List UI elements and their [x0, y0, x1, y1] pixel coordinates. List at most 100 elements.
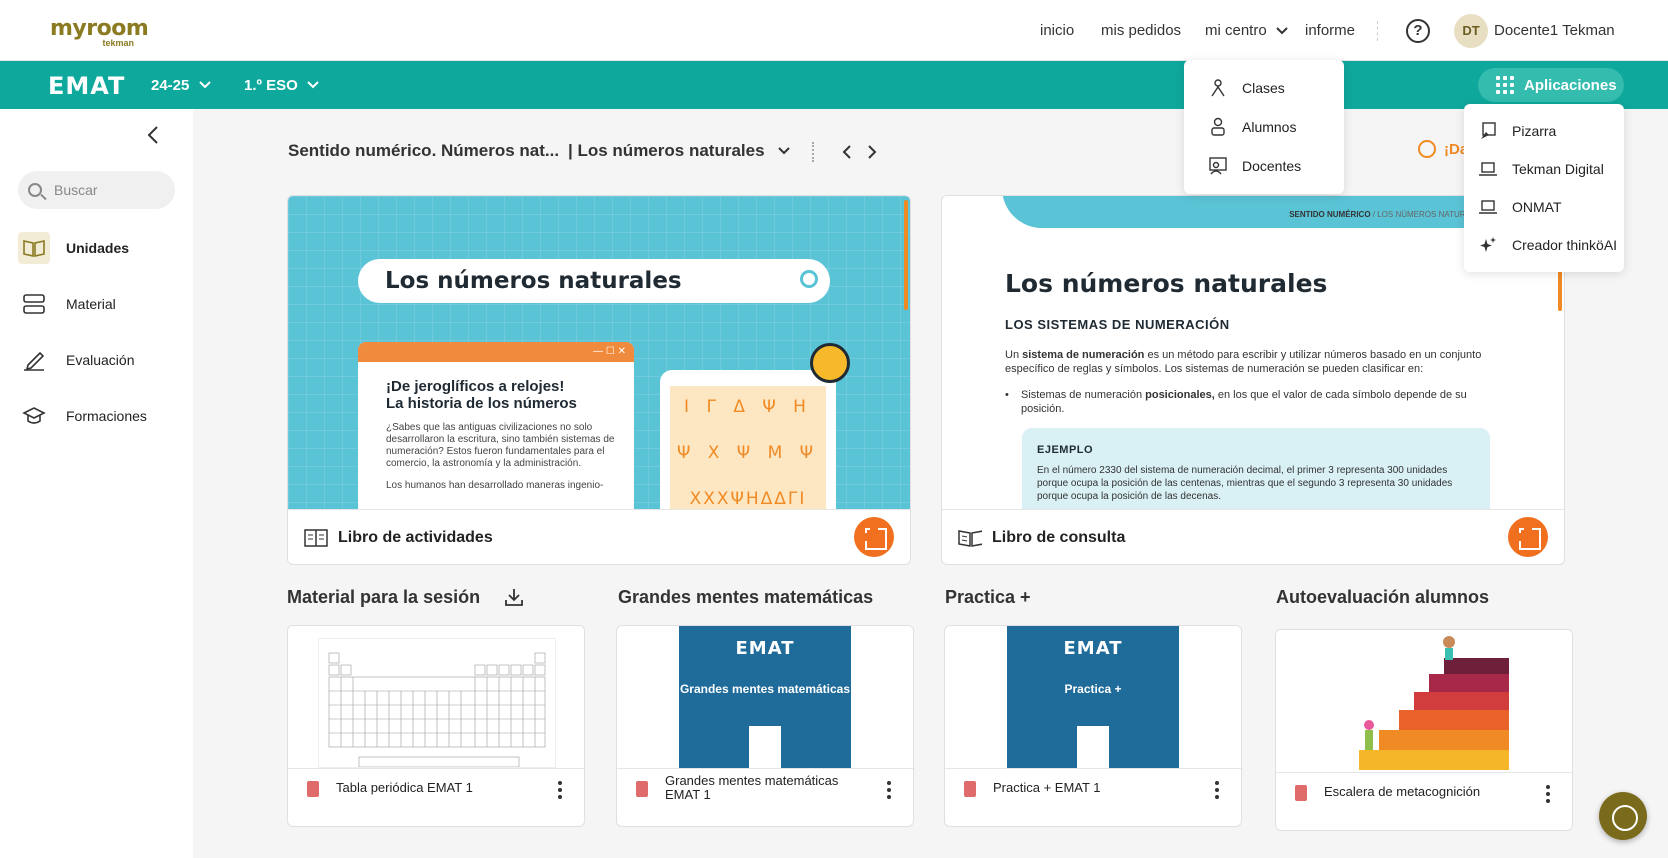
more-vertical-icon[interactable] [887, 781, 891, 799]
menu-item-label: Docentes [1242, 158, 1302, 174]
nav-inicio[interactable]: inicio [1040, 0, 1074, 61]
course-bar: EMAT 24-25 1.º ESO Aplicaciones [0, 61, 1668, 109]
user-name[interactable]: Docente1 Tekman [1494, 22, 1615, 39]
cover-logo: EMAT [735, 638, 795, 659]
preview-search-text: Los números naturales [385, 268, 682, 294]
menu-item-label: Creador thinköAI [1512, 237, 1618, 253]
grade-selector[interactable]: 1.º ESO [244, 77, 320, 94]
menu-item-alumnos[interactable]: Alumnos [1184, 109, 1344, 145]
resource-footer: Grandes mentes matemáticas EMAT 1 [617, 768, 913, 826]
pdf-icon [1295, 785, 1307, 801]
myroom-logo[interactable]: myroom tekman [50, 16, 149, 49]
menu-item-tekman-digital[interactable]: Tekman Digital [1464, 151, 1624, 187]
sidebar-item-unidades[interactable]: Unidades [18, 230, 129, 266]
emat-logo[interactable]: EMAT [48, 72, 125, 100]
top-bar: myroom tekman inicio mis pedidos mi cent… [0, 0, 1668, 61]
example-text: En el número 2330 del sistema de numerac… [1037, 465, 1453, 502]
nav-informe[interactable]: informe [1305, 0, 1355, 61]
sidebar: Unidades Material Evaluación Formaciones [0, 109, 193, 858]
download-icon[interactable] [505, 588, 523, 606]
lesson-selector[interactable]: | Los números naturales [568, 141, 791, 161]
menu-item-docentes[interactable]: Docentes [1184, 148, 1344, 184]
glyph-row: I Γ Δ Ψ H [684, 397, 812, 417]
menu-item-pizarra[interactable]: Pizarra [1464, 113, 1624, 149]
card-libro-actividades[interactable]: Los números naturales — ☐ ✕ ¡De jeroglíf… [287, 195, 911, 565]
nav-informe-label[interactable]: informe [1305, 22, 1355, 39]
more-vertical-icon[interactable] [1215, 781, 1219, 799]
preview-title: Los números naturales [1005, 269, 1328, 298]
resource-card-practica[interactable]: EMAT Practica + Practica + EMAT 1 [944, 625, 1242, 827]
avatar[interactable]: DT [1454, 14, 1488, 48]
menu-item-label: Pizarra [1512, 123, 1557, 139]
apps-label: Aplicaciones [1524, 76, 1617, 94]
sidebar-item-evaluacion[interactable]: Evaluación [18, 342, 135, 378]
fullscreen-button[interactable] [854, 517, 894, 557]
chevron-down-icon [198, 81, 211, 89]
preview-section-heading: LOS SISTEMAS DE NUMERACIÓN [1005, 317, 1230, 332]
book-icon [304, 529, 328, 547]
resource-card-grandes-mentes[interactable]: EMAT Grandes mentes matemáticas Grandes … [616, 625, 914, 827]
text-run: Sistemas de numeración [1021, 389, 1146, 401]
more-vertical-icon[interactable] [1546, 785, 1550, 803]
chevron-left-icon[interactable] [841, 144, 853, 160]
fullscreen-button[interactable] [1508, 517, 1548, 557]
sidebar-item-label: Unidades [66, 240, 130, 256]
section-title: Material para la sesión [287, 587, 481, 607]
unit-title[interactable]: Sentido numérico. Números nat... [288, 141, 559, 161]
preview-paragraph-1: ¿Sabes que las antiguas civilizaciones n… [386, 422, 615, 469]
nav-divider [1377, 21, 1378, 41]
menu-item-onmat[interactable]: ONMAT [1464, 189, 1624, 225]
chevron-down-icon [307, 81, 319, 89]
grade-label: 1.º ESO [244, 77, 298, 94]
apps-button[interactable]: Aplicaciones [1478, 68, 1624, 102]
text-run-bold: posicionales, [1145, 389, 1215, 401]
example-title: EJEMPLO [1037, 444, 1094, 456]
resource-card-escalera[interactable]: Escalera de metacognición [1275, 629, 1573, 831]
resource-thumbnail: EMAT Practica + [945, 626, 1241, 768]
logo-text: myroom [50, 16, 149, 41]
periodic-table-thumbnail [318, 638, 556, 768]
cover-title: Practica + [1064, 682, 1122, 696]
pdf-icon [636, 781, 648, 797]
nav-inicio-label[interactable]: inicio [1040, 22, 1074, 39]
search-icon [28, 183, 42, 197]
activities-preview[interactable]: Los números naturales — ☐ ✕ ¡De jeroglíf… [288, 196, 910, 509]
year-selector[interactable]: 24-25 [151, 77, 212, 94]
pdf-icon [307, 781, 319, 797]
laptop-icon [1478, 159, 1498, 179]
resource-label[interactable]: Practica + EMAT 1 [993, 781, 1183, 795]
nav-pedidos-label[interactable]: mis pedidos [1101, 22, 1181, 39]
sidebar-item-material[interactable]: Material [18, 286, 116, 322]
book-cover: EMAT Grandes mentes matemáticas [679, 626, 851, 768]
logo-sub: tekman [102, 38, 134, 48]
class-icon [1208, 78, 1228, 98]
smile-icon[interactable] [1418, 140, 1436, 158]
sidebar-item-formaciones[interactable]: Formaciones [18, 398, 147, 434]
window-controls: — ☐ ✕ [358, 342, 634, 362]
assistant-button[interactable] [1599, 792, 1647, 840]
more-vertical-icon[interactable] [558, 781, 562, 799]
resource-label[interactable]: Tabla periódica EMAT 1 [336, 781, 526, 795]
nav-mi-centro[interactable]: mi centro [1205, 0, 1289, 61]
chevron-left-icon[interactable] [146, 125, 160, 145]
preview-scrollbar[interactable] [1558, 271, 1562, 311]
search-icon [800, 270, 818, 288]
section-title: Autoevaluación alumnos [1276, 587, 1490, 607]
help-icon[interactable]: ? [1406, 19, 1430, 43]
cover-numeral-shape [749, 726, 781, 768]
resource-card-tabla-periodica[interactable]: Tabla periódica EMAT 1 [287, 625, 585, 827]
preview-search-bar: Los números naturales [358, 259, 830, 303]
preview-scrollbar[interactable] [904, 200, 908, 310]
menu-item-creador-thinkoai[interactable]: Creador thinköAI [1464, 227, 1624, 263]
nav-centro-label[interactable]: mi centro [1205, 22, 1267, 39]
resource-footer: Practica + EMAT 1 [945, 768, 1241, 826]
resource-thumbnail [288, 626, 584, 768]
menu-item-clases[interactable]: Clases [1184, 70, 1344, 106]
book-cover: EMAT Practica + [1007, 626, 1179, 768]
chevron-right-icon[interactable] [866, 144, 878, 160]
nav-mis-pedidos[interactable]: mis pedidos [1101, 0, 1181, 61]
resource-label[interactable]: Escalera de metacognición [1324, 785, 1514, 799]
resource-label[interactable]: Grandes mentes matemáticas EMAT 1 [665, 774, 855, 802]
preview-paragraph: Un sistema de numeración es un método pa… [1005, 348, 1505, 376]
card-title: Libro de consulta [992, 529, 1126, 546]
